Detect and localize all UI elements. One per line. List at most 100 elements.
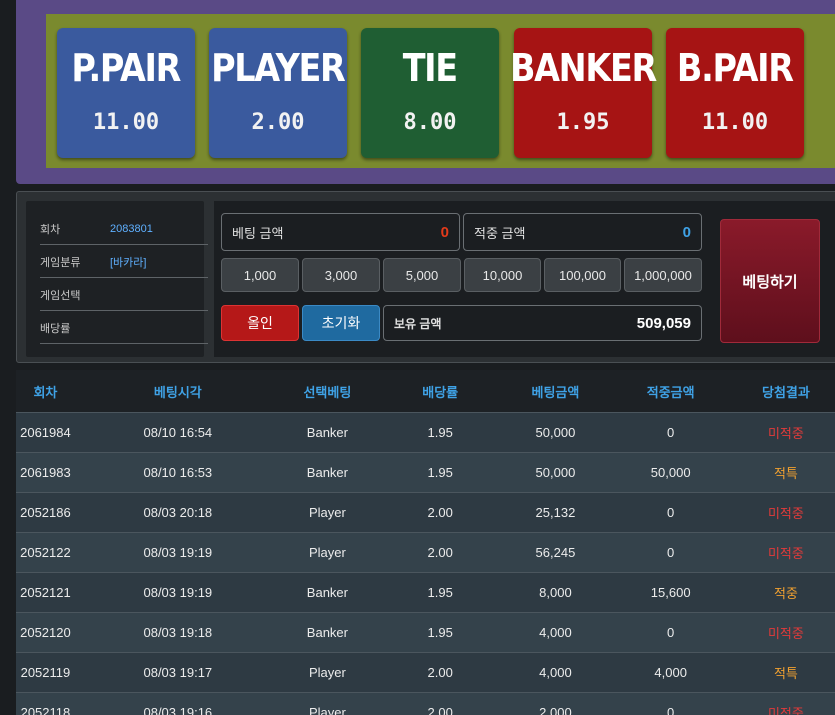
cell-result: 미적중 [767,546,804,561]
table-row: 2052120 08/03 19:18 Banker 1.95 4,000 0 미적중 [16,612,835,652]
win-amount-field: 적중 금액 0 [463,213,702,251]
bet-option-banker[interactable]: BANKER 1.95 [510,28,657,158]
reset-button[interactable]: 초기화 [302,305,380,341]
cell-win-amount: 15,600 [650,585,691,600]
info-row-category: 게임분류 [바카라] [40,246,208,278]
place-bet-button[interactable]: 베팅하기 [720,219,820,343]
table-row: 2061984 08/10 16:54 Banker 1.95 50,000 0 미적중 [16,412,835,452]
cell-bet-amount: 50,000 [535,425,576,440]
bet-option-odds: 1.95 [556,110,610,135]
cell-selection: Banker [306,425,348,440]
bet-amount-value: 0 [440,223,449,241]
cell-odds: 2.00 [427,545,453,560]
info-row-odds: 배당률 [40,312,208,344]
header-bet-time: 베팅시각 [153,384,202,400]
odds-label: 배당률 [40,322,71,335]
cell-round: 2052122 [20,545,71,560]
amount-button-1000[interactable]: 1,000 [221,258,299,292]
cell-selection: Player [308,545,346,560]
table-header: 회차 베팅시각 선택베팅 배당률 베팅금액 적중금액 당첨결과 [16,370,835,412]
bet-option-name: PLAYER [211,46,346,90]
amount-button-5000[interactable]: 5,000 [383,258,461,292]
header-odds: 배당률 [422,384,459,400]
win-amount-label: 적중 금액 [474,225,526,241]
game-info-box: 회차 2083801 게임분류 [바카라] 게임선택 배당률 [26,201,208,357]
cell-bet-time: 08/03 19:19 [143,545,213,560]
header-bet-amount: 베팅금액 [531,384,580,400]
table-row: 2052118 08/03 19:16 Player 2.00 2,000 0 미적중 [16,692,835,715]
bet-amount-label: 베팅 금액 [232,225,284,241]
cell-round: 2061983 [20,465,71,480]
cell-bet-time: 08/03 19:19 [143,585,213,600]
cell-win-amount: 0 [667,425,675,440]
header-result: 당첨결과 [761,384,810,400]
info-row-selection: 게임선택 [40,279,208,311]
cell-bet-amount: 56,245 [535,545,576,560]
all-in-button[interactable]: 올인 [221,305,299,341]
bet-option-tie[interactable]: TIE 8.00 [361,28,499,158]
cell-odds: 2.00 [427,505,453,520]
bet-option-name: B.PAIR [677,46,794,90]
bet-option-odds: 2.00 [251,110,305,135]
bet-option-odds: 11.00 [92,110,160,135]
round-label: 회차 [40,223,61,236]
cell-selection: Banker [306,465,348,480]
bet-option-player[interactable]: PLAYER 2.00 [209,28,347,158]
bet-option-name: TIE [402,46,458,90]
cell-win-amount: 0 [667,625,675,640]
cell-bet-time: 08/03 19:18 [143,625,213,640]
cell-bet-amount: 4,000 [539,625,572,640]
selection-label: 게임선택 [40,289,81,302]
bet-option-b-pair[interactable]: B.PAIR 11.00 [666,28,804,158]
table-row: 2052121 08/03 19:19 Banker 1.95 8,000 15,600 적… [16,572,835,612]
table-row: 2052186 08/03 20:18 Player 2.00 25,132 0 미적중 [16,492,835,532]
category-value: [바카라] [110,256,147,269]
bet-option-odds: 11.00 [701,110,769,135]
cell-bet-amount: 50,000 [535,465,576,480]
cell-bet-amount: 2,000 [539,705,572,715]
balance-field: 보유 금액 509,059 [383,305,702,341]
cell-bet-amount: 4,000 [539,665,572,680]
cell-win-amount: 50,000 [650,465,691,480]
cell-bet-time: 08/03 20:18 [143,505,213,520]
cell-selection: Banker [306,585,348,600]
category-label: 게임분류 [40,256,81,269]
amount-button-10000[interactable]: 10,000 [464,258,541,292]
cell-round: 2052121 [20,585,71,600]
cell-odds: 1.95 [427,465,453,480]
cell-result: 적중 [773,586,798,601]
cell-win-amount: 0 [667,705,675,715]
cell-result: 미적중 [767,706,804,715]
amount-button-1000000[interactable]: 1,000,000 [624,258,702,292]
cell-win-amount: 0 [667,545,675,560]
cell-round: 2061984 [20,425,71,440]
cell-odds: 1.95 [427,625,453,640]
cell-odds: 2.00 [427,665,453,680]
bet-option-name: BANKER [510,46,657,90]
cell-bet-time: 08/03 19:17 [143,665,213,680]
cell-bet-time: 08/03 19:16 [143,705,213,715]
cell-win-amount: 0 [667,505,675,520]
info-row-round: 회차 2083801 [40,213,208,245]
table-row: 2052119 08/03 19:17 Player 2.00 4,000 4,000 적특 [16,652,835,692]
cell-win-amount: 4,000 [654,665,687,680]
cell-result: 적특 [773,666,798,681]
bet-option-odds: 8.00 [403,110,457,135]
cell-round: 2052118 [20,705,71,715]
cell-round: 2052119 [20,665,71,680]
header-round: 회차 [33,384,58,400]
cell-bet-amount: 8,000 [539,585,572,600]
cell-selection: Player [308,665,346,680]
round-value: 2083801 [110,222,153,235]
table-row: 2061983 08/10 16:53 Banker 1.95 50,000 50,000… [16,452,835,492]
cell-round: 2052186 [20,505,71,520]
bet-amount-field: 베팅 금액 0 [221,213,460,251]
amount-button-100000[interactable]: 100,000 [544,258,621,292]
balance-label: 보유 금액 [394,316,442,331]
cell-result: 미적중 [767,426,804,441]
win-amount-value: 0 [682,223,691,241]
amount-button-3000[interactable]: 3,000 [302,258,380,292]
table-body: 2061984 08/10 16:54 Banker 1.95 50,000 0 미적중 20… [16,412,835,715]
bet-option-p-pair[interactable]: P.PAIR 11.00 [57,28,195,158]
cell-selection: Player [308,505,346,520]
